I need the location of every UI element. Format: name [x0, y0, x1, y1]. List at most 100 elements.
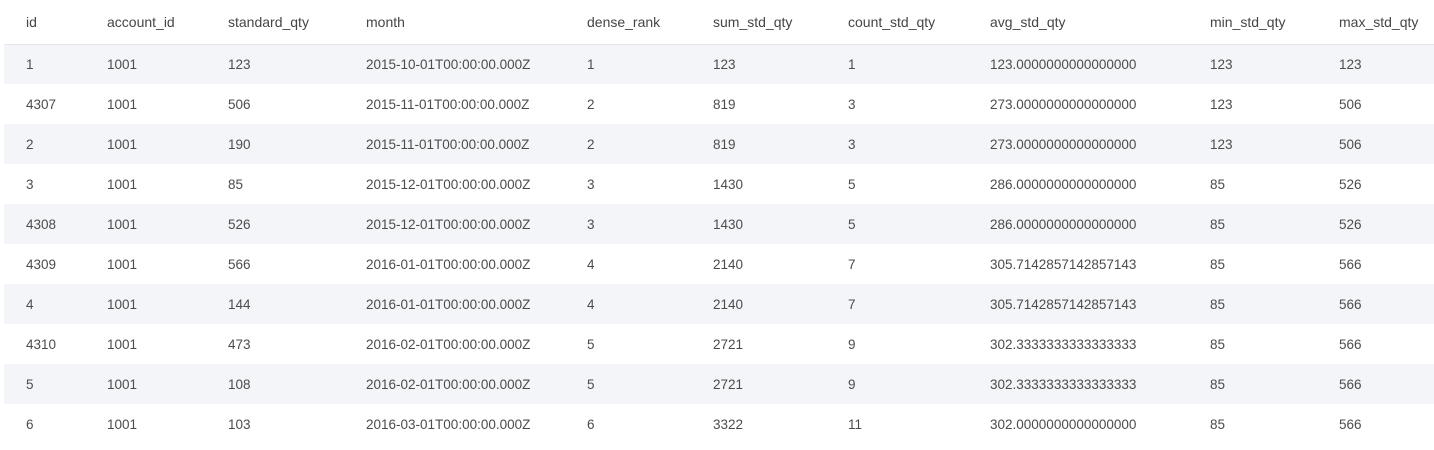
cell-count-std-qty: 5 — [848, 216, 856, 232]
cell-min-std-qty: 85 — [1210, 336, 1226, 352]
cell-sum-std-qty: 2140 — [713, 256, 744, 272]
results-table: id account_id standard_qty month dense_r… — [4, 0, 1434, 444]
cell-avg-std-qty: 302.0000000000000000 — [990, 416, 1137, 432]
cell-avg-std-qty: 286.0000000000000000 — [990, 216, 1137, 232]
cell-count-std-qty: 11 — [848, 416, 863, 432]
cell-count-std-qty: 7 — [848, 256, 856, 272]
column-header-id[interactable]: id — [4, 0, 85, 45]
cell-account-id: 1001 — [107, 376, 138, 392]
cell-min-std-qty: 123 — [1210, 96, 1233, 112]
cell-min-std-qty: 123 — [1210, 136, 1233, 152]
table-row: 4 1001 144 2016-01-01T00:00:00.000Z 4 21… — [4, 284, 1434, 324]
cell-sum-std-qty: 1430 — [713, 216, 744, 232]
cell-sum-std-qty: 819 — [713, 96, 736, 112]
cell-standard-qty: 103 — [228, 416, 251, 432]
cell-max-std-qty: 566 — [1339, 336, 1362, 352]
column-header-month[interactable]: month — [344, 0, 565, 45]
cell-id: 3 — [26, 176, 34, 192]
cell-account-id: 1001 — [107, 96, 138, 112]
cell-count-std-qty: 9 — [848, 376, 856, 392]
cell-avg-std-qty: 302.3333333333333333 — [990, 376, 1137, 392]
cell-standard-qty: 85 — [228, 176, 244, 192]
table-row: 4308 1001 526 2015-12-01T00:00:00.000Z 3… — [4, 204, 1434, 244]
cell-id: 1 — [26, 56, 34, 72]
cell-count-std-qty: 3 — [848, 96, 856, 112]
cell-month: 2016-01-01T00:00:00.000Z — [366, 296, 531, 312]
table-row: 1 1001 123 2015-10-01T00:00:00.000Z 1 12… — [4, 44, 1434, 84]
cell-avg-std-qty: 305.7142857142857143 — [990, 296, 1137, 312]
cell-sum-std-qty: 1430 — [713, 176, 744, 192]
cell-avg-std-qty: 273.0000000000000000 — [990, 96, 1137, 112]
cell-standard-qty: 123 — [228, 56, 251, 72]
cell-avg-std-qty: 123.0000000000000000 — [990, 56, 1137, 72]
table-row: 4309 1001 566 2016-01-01T00:00:00.000Z 4… — [4, 244, 1434, 284]
cell-account-id: 1001 — [107, 216, 138, 232]
cell-dense-rank: 1 — [587, 56, 595, 72]
cell-month: 2015-12-01T00:00:00.000Z — [366, 216, 531, 232]
table-row: 4310 1001 473 2016-02-01T00:00:00.000Z 5… — [4, 324, 1434, 364]
cell-count-std-qty: 1 — [848, 56, 856, 72]
cell-id: 4309 — [26, 256, 57, 272]
cell-dense-rank: 2 — [587, 96, 595, 112]
cell-dense-rank: 5 — [587, 336, 595, 352]
cell-dense-rank: 4 — [587, 296, 595, 312]
cell-min-std-qty: 123 — [1210, 56, 1233, 72]
cell-id: 2 — [26, 136, 34, 152]
table-row: 5 1001 108 2016-02-01T00:00:00.000Z 5 27… — [4, 364, 1434, 404]
cell-min-std-qty: 85 — [1210, 376, 1226, 392]
cell-account-id: 1001 — [107, 336, 138, 352]
cell-month: 2016-02-01T00:00:00.000Z — [366, 336, 531, 352]
column-header-dense-rank[interactable]: dense_rank — [565, 0, 691, 45]
header-row: id account_id standard_qty month dense_r… — [4, 0, 1434, 45]
cell-sum-std-qty: 2140 — [713, 296, 744, 312]
cell-sum-std-qty: 819 — [713, 136, 736, 152]
cell-max-std-qty: 526 — [1339, 216, 1362, 232]
cell-min-std-qty: 85 — [1210, 256, 1226, 272]
table-row: 3 1001 85 2015-12-01T00:00:00.000Z 3 143… — [4, 164, 1434, 204]
cell-dense-rank: 3 — [587, 176, 595, 192]
cell-max-std-qty: 506 — [1339, 136, 1362, 152]
table-row: 2 1001 190 2015-11-01T00:00:00.000Z 2 81… — [4, 124, 1434, 164]
cell-account-id: 1001 — [107, 56, 138, 72]
cell-count-std-qty: 5 — [848, 176, 856, 192]
cell-max-std-qty: 526 — [1339, 176, 1362, 192]
cell-dense-rank: 3 — [587, 216, 595, 232]
cell-dense-rank: 5 — [587, 376, 595, 392]
cell-max-std-qty: 566 — [1339, 416, 1362, 432]
cell-avg-std-qty: 273.0000000000000000 — [990, 136, 1137, 152]
column-header-account-id[interactable]: account_id — [85, 0, 206, 45]
cell-month: 2015-11-01T00:00:00.000Z — [366, 136, 530, 152]
cell-standard-qty: 506 — [228, 96, 251, 112]
cell-sum-std-qty: 2721 — [713, 336, 744, 352]
column-header-avg-std-qty[interactable]: avg_std_qty — [968, 0, 1188, 45]
column-header-count-std-qty[interactable]: count_std_qty — [826, 0, 968, 45]
cell-max-std-qty: 506 — [1339, 96, 1362, 112]
cell-id: 6 — [26, 416, 34, 432]
column-header-min-std-qty[interactable]: min_std_qty — [1188, 0, 1317, 45]
cell-id: 4310 — [26, 336, 57, 352]
cell-id: 5 — [26, 376, 34, 392]
column-header-standard-qty[interactable]: standard_qty — [206, 0, 344, 45]
results-table-container[interactable]: id account_id standard_qty month dense_r… — [4, 0, 1434, 450]
cell-min-std-qty: 85 — [1210, 416, 1226, 432]
cell-avg-std-qty: 305.7142857142857143 — [990, 256, 1137, 272]
cell-account-id: 1001 — [107, 176, 138, 192]
cell-sum-std-qty: 2721 — [713, 376, 744, 392]
cell-standard-qty: 526 — [228, 216, 251, 232]
cell-month: 2015-11-01T00:00:00.000Z — [366, 96, 530, 112]
column-header-max-std-qty[interactable]: max_std_qty — [1317, 0, 1434, 45]
cell-min-std-qty: 85 — [1210, 176, 1226, 192]
cell-sum-std-qty: 3322 — [713, 416, 744, 432]
cell-count-std-qty: 7 — [848, 296, 856, 312]
cell-max-std-qty: 566 — [1339, 296, 1362, 312]
cell-month: 2015-12-01T00:00:00.000Z — [366, 176, 531, 192]
cell-sum-std-qty: 123 — [713, 56, 736, 72]
cell-count-std-qty: 3 — [848, 136, 856, 152]
cell-month: 2016-02-01T00:00:00.000Z — [366, 376, 531, 392]
cell-min-std-qty: 85 — [1210, 296, 1226, 312]
cell-standard-qty: 108 — [228, 376, 251, 392]
cell-month: 2016-01-01T00:00:00.000Z — [366, 256, 531, 272]
column-header-sum-std-qty[interactable]: sum_std_qty — [691, 0, 826, 45]
cell-standard-qty: 566 — [228, 256, 251, 272]
cell-avg-std-qty: 286.0000000000000000 — [990, 176, 1137, 192]
